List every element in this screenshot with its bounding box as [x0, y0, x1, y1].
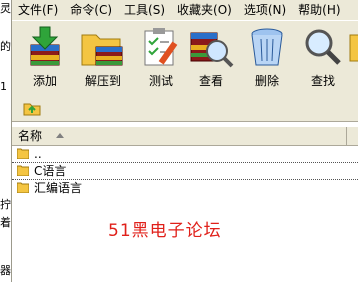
file-list: 名称 .. C语言 汇编语言 51黑电子论坛	[12, 122, 358, 282]
find-icon	[305, 29, 341, 65]
find-button[interactable]: 查找	[294, 23, 352, 93]
sort-arrow-icon	[56, 133, 64, 138]
menu-file[interactable]: 文件(F)	[12, 0, 64, 20]
edge-char: 拧	[0, 198, 11, 211]
menu-options[interactable]: 选项(N)	[238, 0, 292, 20]
view-button[interactable]: 查看	[182, 23, 240, 93]
edge-char: 器	[0, 264, 11, 277]
menu-help[interactable]: 帮助(H)	[292, 0, 346, 20]
extract-to-button-label: 解压到	[84, 74, 121, 88]
view-button-label: 查看	[198, 74, 223, 88]
menu-commands[interactable]: 命令(C)	[64, 0, 118, 20]
list-item[interactable]: C语言	[12, 162, 358, 180]
test-icon	[144, 28, 178, 66]
find-button-label: 查找	[310, 74, 335, 88]
folder-icon	[17, 182, 29, 193]
list-header: 名称	[12, 126, 358, 146]
watermark-text: 51黑电子论坛	[108, 221, 222, 241]
address-bar	[12, 95, 358, 122]
folder-icon	[17, 148, 29, 159]
column-name-header[interactable]: 名称	[12, 127, 347, 145]
edge-char: 着	[0, 216, 11, 229]
wizard-icon	[349, 34, 358, 62]
edge-char: 灵	[0, 2, 11, 15]
file-rows: .. C语言 汇编语言	[12, 146, 358, 196]
extract-to-button[interactable]: 解压到	[74, 23, 132, 93]
folder-icon	[17, 165, 29, 176]
list-item[interactable]: 汇编语言	[12, 180, 358, 196]
up-folder-icon[interactable]	[22, 99, 42, 117]
add-button-label: 添加	[32, 74, 57, 88]
file-name: C语言	[34, 164, 67, 178]
delete-button-label: 删除	[254, 74, 279, 88]
file-name: ..	[34, 147, 42, 161]
winrar-window: 文件(F) 命令(C) 工具(S) 收藏夹(O) 选项(N) 帮助(H) 添加	[12, 0, 358, 282]
delete-icon	[251, 28, 283, 66]
view-icon	[190, 32, 234, 68]
toolbar: 添加 解压到 测试 查看 删除 查找	[12, 20, 358, 96]
add-button[interactable]: 添加	[16, 23, 74, 93]
extract-to-icon	[81, 34, 123, 66]
edge-char: 1	[0, 80, 7, 93]
menu-favorites[interactable]: 收藏夹(O)	[171, 0, 238, 20]
delete-button[interactable]: 删除	[238, 23, 296, 93]
next-toolbar-button[interactable]	[348, 23, 358, 93]
menu-bar: 文件(F) 命令(C) 工具(S) 收藏夹(O) 选项(N) 帮助(H)	[12, 0, 358, 20]
list-item[interactable]: ..	[12, 146, 358, 162]
edge-char: 的	[0, 40, 11, 53]
file-name: 汇编语言	[34, 181, 83, 195]
menu-tools[interactable]: 工具(S)	[118, 0, 171, 20]
add-archive-icon	[30, 26, 60, 66]
adjacent-window-edge: 灵 的 1 拧 着 器	[0, 0, 12, 282]
column-name-label: 名称	[18, 129, 43, 143]
